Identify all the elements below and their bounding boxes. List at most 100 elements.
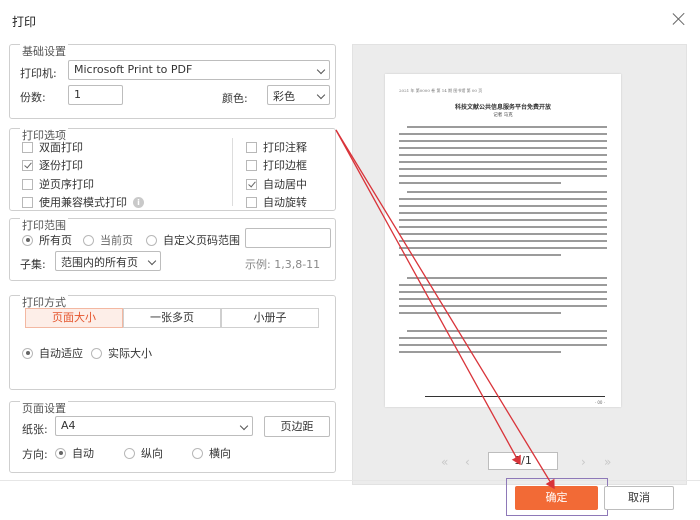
print-annotations-checkbox[interactable]: 打印注释 [246,139,307,155]
subset-select[interactable]: 范围内的所有页 [55,251,161,271]
first-page-icon[interactable]: « [441,455,448,469]
auto-rotate-checkbox[interactable]: 自动旋转 [246,194,307,210]
options-divider [232,138,233,206]
radio-dot [22,347,33,359]
doc-text-line [399,233,607,235]
radio-dot [124,447,135,459]
doc-text-line [399,212,607,214]
range-current-radio[interactable]: 当前页 [83,232,133,248]
ok-button[interactable]: 确定 [515,486,598,510]
doc-text-line [399,147,607,149]
radio-dot [146,234,157,246]
duplex-label: 双面打印 [39,141,83,154]
orientation-label: 方向: [22,448,48,461]
orientation-auto-radio[interactable]: 自动 [55,445,94,461]
auto-fit-radio[interactable]: 自动适应 [22,345,83,361]
chevron-down-icon [316,65,326,75]
doc-text-line [399,168,607,170]
paper-label: 纸张: [22,423,48,436]
checkbox-box [246,196,257,208]
custom-range-input[interactable] [245,228,331,248]
doc-text-line [399,312,561,314]
doc-text-line [407,126,607,128]
printer-value: Microsoft Print to PDF [74,63,193,76]
tab-booklet[interactable]: 小册子 [221,308,319,328]
range-current-label: 当前页 [100,234,133,247]
next-page-icon[interactable]: › [581,455,586,469]
tab-multiple-pages[interactable]: 一张多页 [123,308,221,328]
compat-mode-checkbox[interactable]: 使用兼容模式打印 i [22,194,144,210]
doc-text-line [399,344,607,346]
doc-text-line [399,226,607,228]
range-example: 示例: 1,3,8-11 [245,258,321,271]
color-label: 颜色: [222,92,248,105]
doc-text-line [407,330,607,332]
checkbox-box [22,178,33,190]
orientation-auto-label: 自动 [72,447,94,460]
checkbox-box [22,159,33,171]
doc-footer-number: · 00 · [594,400,605,405]
radio-dot [83,234,94,246]
range-all-radio[interactable]: 所有页 [22,232,72,248]
checkbox-box [246,141,257,153]
close-icon[interactable] [670,10,688,28]
range-custom-radio[interactable]: 自定义页码范围 [146,232,240,248]
print-border-checkbox[interactable]: 打印边框 [246,157,307,173]
doc-header: 2021 年 第0000 卷 第 14 期 图书馆 第 00 页 [399,88,483,93]
orientation-landscape-radio[interactable]: 横向 [192,445,231,461]
checkbox-box [22,141,33,153]
doc-text-line [399,175,607,177]
copies-label: 份数: [20,91,46,104]
doc-text-line [399,205,607,207]
actual-size-label: 实际大小 [108,347,152,360]
color-value: 彩色 [273,90,295,103]
collate-checkbox[interactable]: 逐份打印 [22,157,83,173]
basic-settings-group: 基础设置 [9,43,336,119]
auto-center-checkbox[interactable]: 自动居中 [246,176,307,192]
chevron-down-icon [316,90,326,100]
margin-button[interactable]: 页边距 [264,416,330,437]
doc-text-line [399,140,607,142]
compat-mode-label: 使用兼容模式打印 [39,196,127,209]
doc-text-line [399,161,607,163]
reverse-order-checkbox[interactable]: 逆页序打印 [22,176,94,192]
print-range-title: 打印范围 [20,217,68,233]
orientation-portrait-radio[interactable]: 纵向 [124,445,163,461]
auto-center-label: 自动居中 [263,178,307,191]
doc-text-line [399,133,607,135]
range-custom-label: 自定义页码范围 [163,234,240,247]
page-indicator[interactable]: 1/1 [488,452,558,470]
doc-text-line [399,219,607,221]
printer-label: 打印机: [20,67,57,80]
subset-value: 范围内的所有页 [61,256,138,269]
paper-value: A4 [61,419,76,432]
actual-size-radio[interactable]: 实际大小 [91,345,152,361]
doc-text-line [399,182,561,184]
doc-authors: 记者 马克 [493,113,513,118]
doc-text-line [399,154,607,156]
cancel-button[interactable]: 取消 [604,486,674,510]
doc-text-line [399,254,561,256]
doc-text-line [399,337,607,339]
duplex-checkbox[interactable]: 双面打印 [22,139,83,155]
radio-dot [22,234,33,246]
doc-text-line [399,291,607,293]
info-icon[interactable]: i [133,196,144,208]
doc-text-line [399,351,561,353]
doc-text-line [399,247,607,249]
tab-page-size[interactable]: 页面大小 [25,308,123,328]
reverse-order-label: 逆页序打印 [39,178,94,191]
doc-text-line [399,284,607,286]
print-border-label: 打印边框 [263,159,307,172]
color-select[interactable]: 彩色 [267,85,330,105]
preview-page: 2021 年 第0000 卷 第 14 期 图书馆 第 00 页 科技文献公共信… [385,74,621,407]
copies-input[interactable]: 1 [68,85,123,105]
chevron-down-icon [239,421,249,431]
paper-select[interactable]: A4 [55,416,253,436]
prev-page-icon[interactable]: ‹ [465,455,470,469]
last-page-icon[interactable]: » [604,455,611,469]
printer-select[interactable]: Microsoft Print to PDF [68,60,330,80]
radio-dot [55,447,66,459]
radio-dot [192,447,203,459]
radio-dot [91,347,102,359]
